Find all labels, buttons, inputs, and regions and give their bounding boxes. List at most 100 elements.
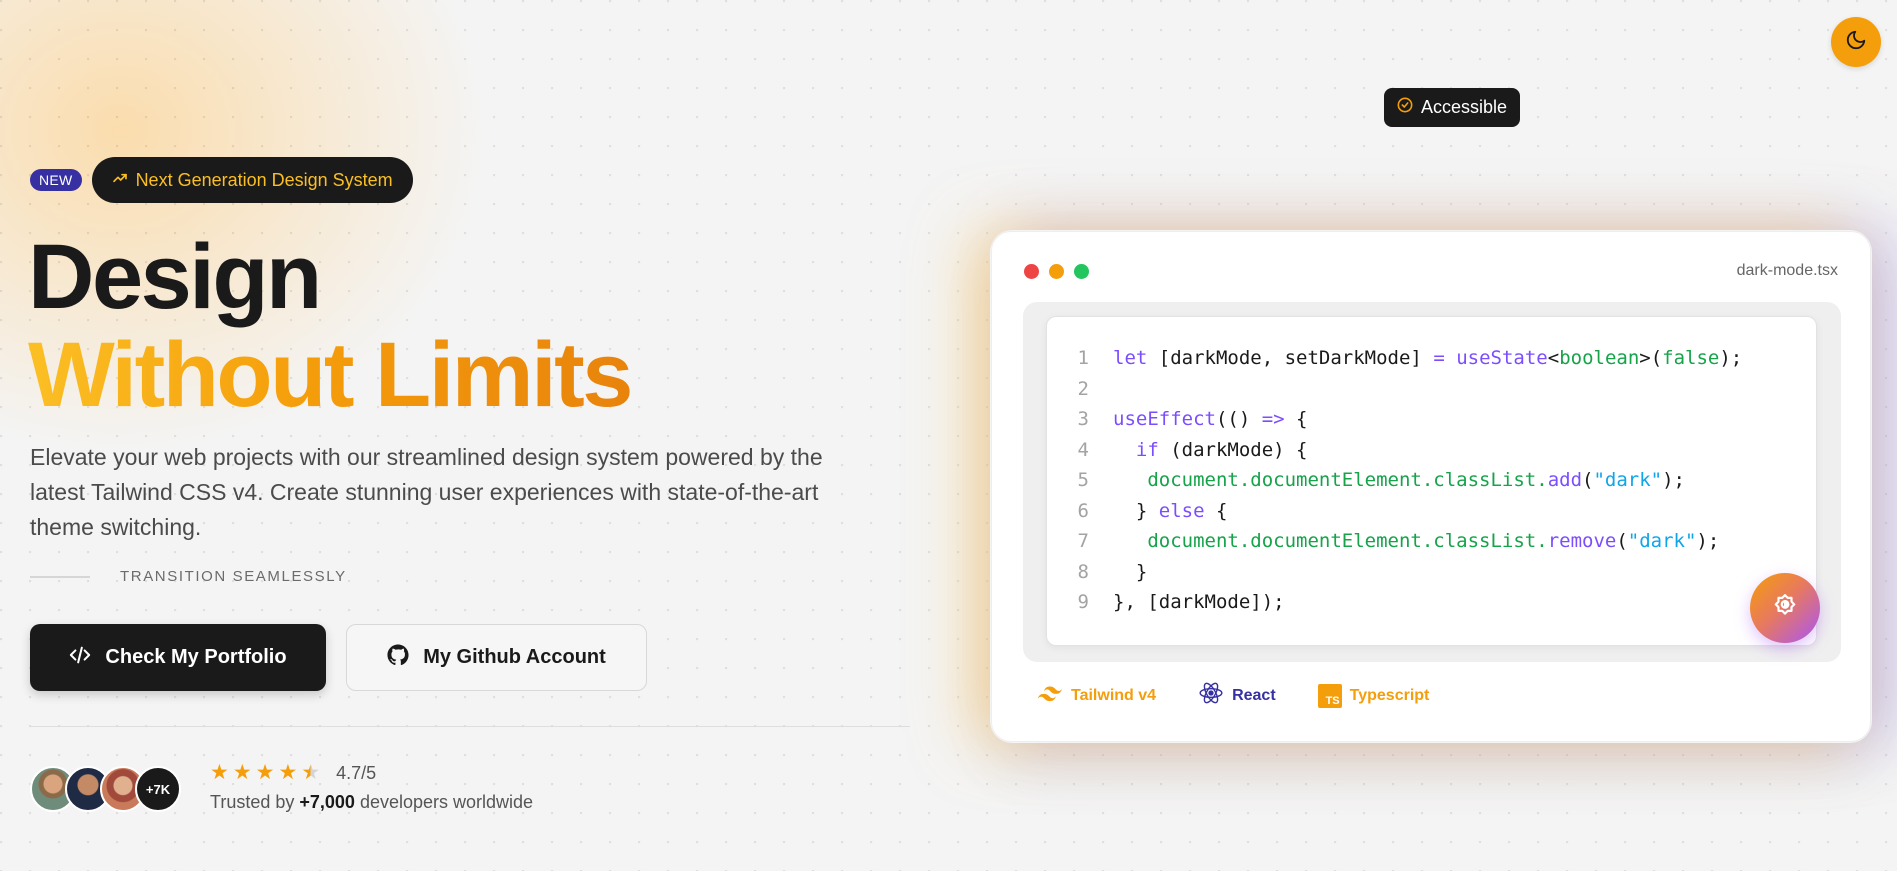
tech-typescript: TS Typescript bbox=[1317, 683, 1430, 708]
typescript-icon: TS bbox=[1317, 683, 1342, 708]
code-icon bbox=[69, 644, 91, 672]
code-token: false bbox=[1662, 347, 1720, 369]
moon-icon bbox=[1845, 29, 1867, 56]
code-token: ); bbox=[1696, 530, 1720, 552]
window-controls bbox=[1024, 264, 1089, 279]
accessible-tag-label: Accessible bbox=[1421, 97, 1508, 117]
avatar-stack: +7K bbox=[30, 766, 181, 812]
code-token: useState bbox=[1456, 347, 1548, 369]
window-dot-minimize[interactable] bbox=[1049, 264, 1064, 279]
headline-line-1: Design bbox=[28, 226, 322, 328]
decorative-line bbox=[30, 575, 90, 578]
avatar-count: +7K bbox=[135, 766, 181, 812]
hero-description: Elevate your web projects with our strea… bbox=[30, 444, 823, 540]
theme-switch-float-button[interactable] bbox=[1750, 573, 1820, 643]
code-token: => bbox=[1261, 408, 1285, 430]
line-number: 1 bbox=[1077, 347, 1089, 369]
transition-label-row: TRANSITION SEAMLESSLY bbox=[30, 568, 347, 585]
code-line: 7 document.documentElement.classList.rem… bbox=[1047, 526, 1816, 557]
hero-headline: Design Without Limits bbox=[28, 226, 633, 426]
tech-tailwind-label: Tailwind v4 bbox=[1071, 686, 1157, 704]
tailwind-icon bbox=[1037, 684, 1063, 707]
code-token: document.documentElement.classList. bbox=[1113, 469, 1548, 491]
code-line: 3 useEffect(() => { bbox=[1047, 404, 1816, 435]
trusted-suffix: developers worldwide bbox=[359, 792, 534, 812]
code-token: if bbox=[1135, 438, 1159, 461]
code-token: { bbox=[1284, 408, 1308, 430]
rating-block: ★ ★ ★ ★ ★ 4.7/5 Trusted by +7,000 develo… bbox=[210, 762, 533, 813]
code-token: ); bbox=[1719, 347, 1743, 369]
code-token: = bbox=[1433, 347, 1445, 369]
code-frame: 1 let [darkMode, setDarkMode] = useState… bbox=[1023, 302, 1841, 662]
rating-value: 4.7/5 bbox=[336, 762, 377, 783]
trusted-text: Trusted by +7,000 developers worldwide bbox=[210, 792, 533, 813]
line-number: 2 bbox=[1077, 377, 1089, 400]
code-token: < bbox=[1547, 347, 1560, 369]
code-token: ( bbox=[1582, 469, 1594, 491]
code-token: [darkMode, setDarkMode] bbox=[1147, 347, 1434, 369]
code-token: ( bbox=[1616, 530, 1628, 552]
transition-label: TRANSITION SEAMLESSLY bbox=[120, 568, 347, 585]
section-divider bbox=[30, 726, 910, 727]
star-icon: ★ bbox=[278, 761, 298, 784]
feature-pill-label: Next Generation Design System bbox=[135, 169, 393, 190]
new-badge: NEW bbox=[30, 169, 82, 191]
code-token: document.documentElement.classList. bbox=[1113, 530, 1548, 552]
code-line: 9 }, [darkMode]); bbox=[1047, 587, 1816, 618]
react-icon bbox=[1198, 680, 1224, 711]
star-rating: ★ ★ ★ ★ ★ 4.7/5 bbox=[210, 762, 533, 784]
code-token: { bbox=[1204, 499, 1228, 522]
code-token: (darkMode) { bbox=[1158, 438, 1308, 461]
trusted-prefix: Trusted by bbox=[210, 792, 295, 812]
hero-badges: NEW Next Generation Design System bbox=[30, 157, 413, 203]
accessible-tag: Accessible bbox=[1384, 88, 1521, 127]
portfolio-button-label: Check My Portfolio bbox=[105, 646, 287, 668]
code-card: dark-mode.tsx 1 let [darkMode, setDarkMo… bbox=[991, 231, 1871, 742]
line-number: 6 bbox=[1077, 499, 1089, 522]
star-icon: ★ bbox=[232, 761, 252, 784]
theme-toggle-button[interactable] bbox=[1831, 17, 1881, 67]
tech-typescript-label: Typescript bbox=[1349, 686, 1430, 704]
trending-up-icon bbox=[112, 170, 128, 191]
line-number: 3 bbox=[1077, 408, 1089, 430]
portfolio-button[interactable]: Check My Portfolio bbox=[30, 624, 326, 691]
code-line: 5 document.documentElement.classList.add… bbox=[1047, 465, 1816, 496]
line-number: 4 bbox=[1077, 438, 1089, 461]
code-token: } bbox=[1113, 560, 1148, 583]
line-number: 7 bbox=[1077, 530, 1089, 552]
code-token: add bbox=[1547, 469, 1583, 491]
code-filename: dark-mode.tsx bbox=[1736, 262, 1838, 279]
tech-react-label: React bbox=[1232, 686, 1276, 704]
tech-tailwind: Tailwind v4 bbox=[1037, 684, 1156, 707]
star-half-icon: ★ bbox=[301, 761, 321, 784]
star-icon: ★ bbox=[255, 761, 275, 784]
tech-react: React bbox=[1198, 680, 1276, 711]
code-token: (() bbox=[1215, 408, 1262, 430]
code-token: else bbox=[1158, 499, 1205, 522]
code-token: "dark" bbox=[1593, 469, 1663, 491]
line-number: 9 bbox=[1077, 591, 1089, 613]
sun-moon-icon bbox=[1772, 593, 1798, 624]
code-line: 1 let [darkMode, setDarkMode] = useState… bbox=[1047, 343, 1816, 374]
code-line: 8 } bbox=[1047, 557, 1816, 588]
code-token: remove bbox=[1547, 530, 1617, 552]
line-number: 5 bbox=[1077, 469, 1089, 491]
tech-stack: Tailwind v4 React TS Typescript bbox=[1037, 680, 1429, 711]
code-token: useEffect bbox=[1113, 408, 1216, 430]
code-token: let bbox=[1113, 347, 1148, 369]
code-token: ); bbox=[1662, 469, 1685, 491]
window-dot-close[interactable] bbox=[1024, 264, 1039, 279]
feature-pill: Next Generation Design System bbox=[91, 157, 413, 203]
code-token: "dark" bbox=[1627, 530, 1697, 552]
headline-line-2: Without Limits bbox=[28, 324, 633, 426]
window-dot-maximize[interactable] bbox=[1074, 264, 1089, 279]
github-button[interactable]: My Github Account bbox=[346, 624, 647, 691]
code-token: }, [darkMode]); bbox=[1113, 591, 1285, 613]
code-line: 4 if (darkMode) { bbox=[1047, 435, 1816, 466]
code-line: 2 bbox=[1047, 374, 1816, 405]
github-button-label: My Github Account bbox=[423, 646, 606, 668]
trusted-count: +7,000 bbox=[299, 792, 355, 812]
code-token: } bbox=[1113, 499, 1159, 522]
code-token: >( bbox=[1639, 347, 1663, 369]
code-token: boolean bbox=[1559, 347, 1640, 369]
